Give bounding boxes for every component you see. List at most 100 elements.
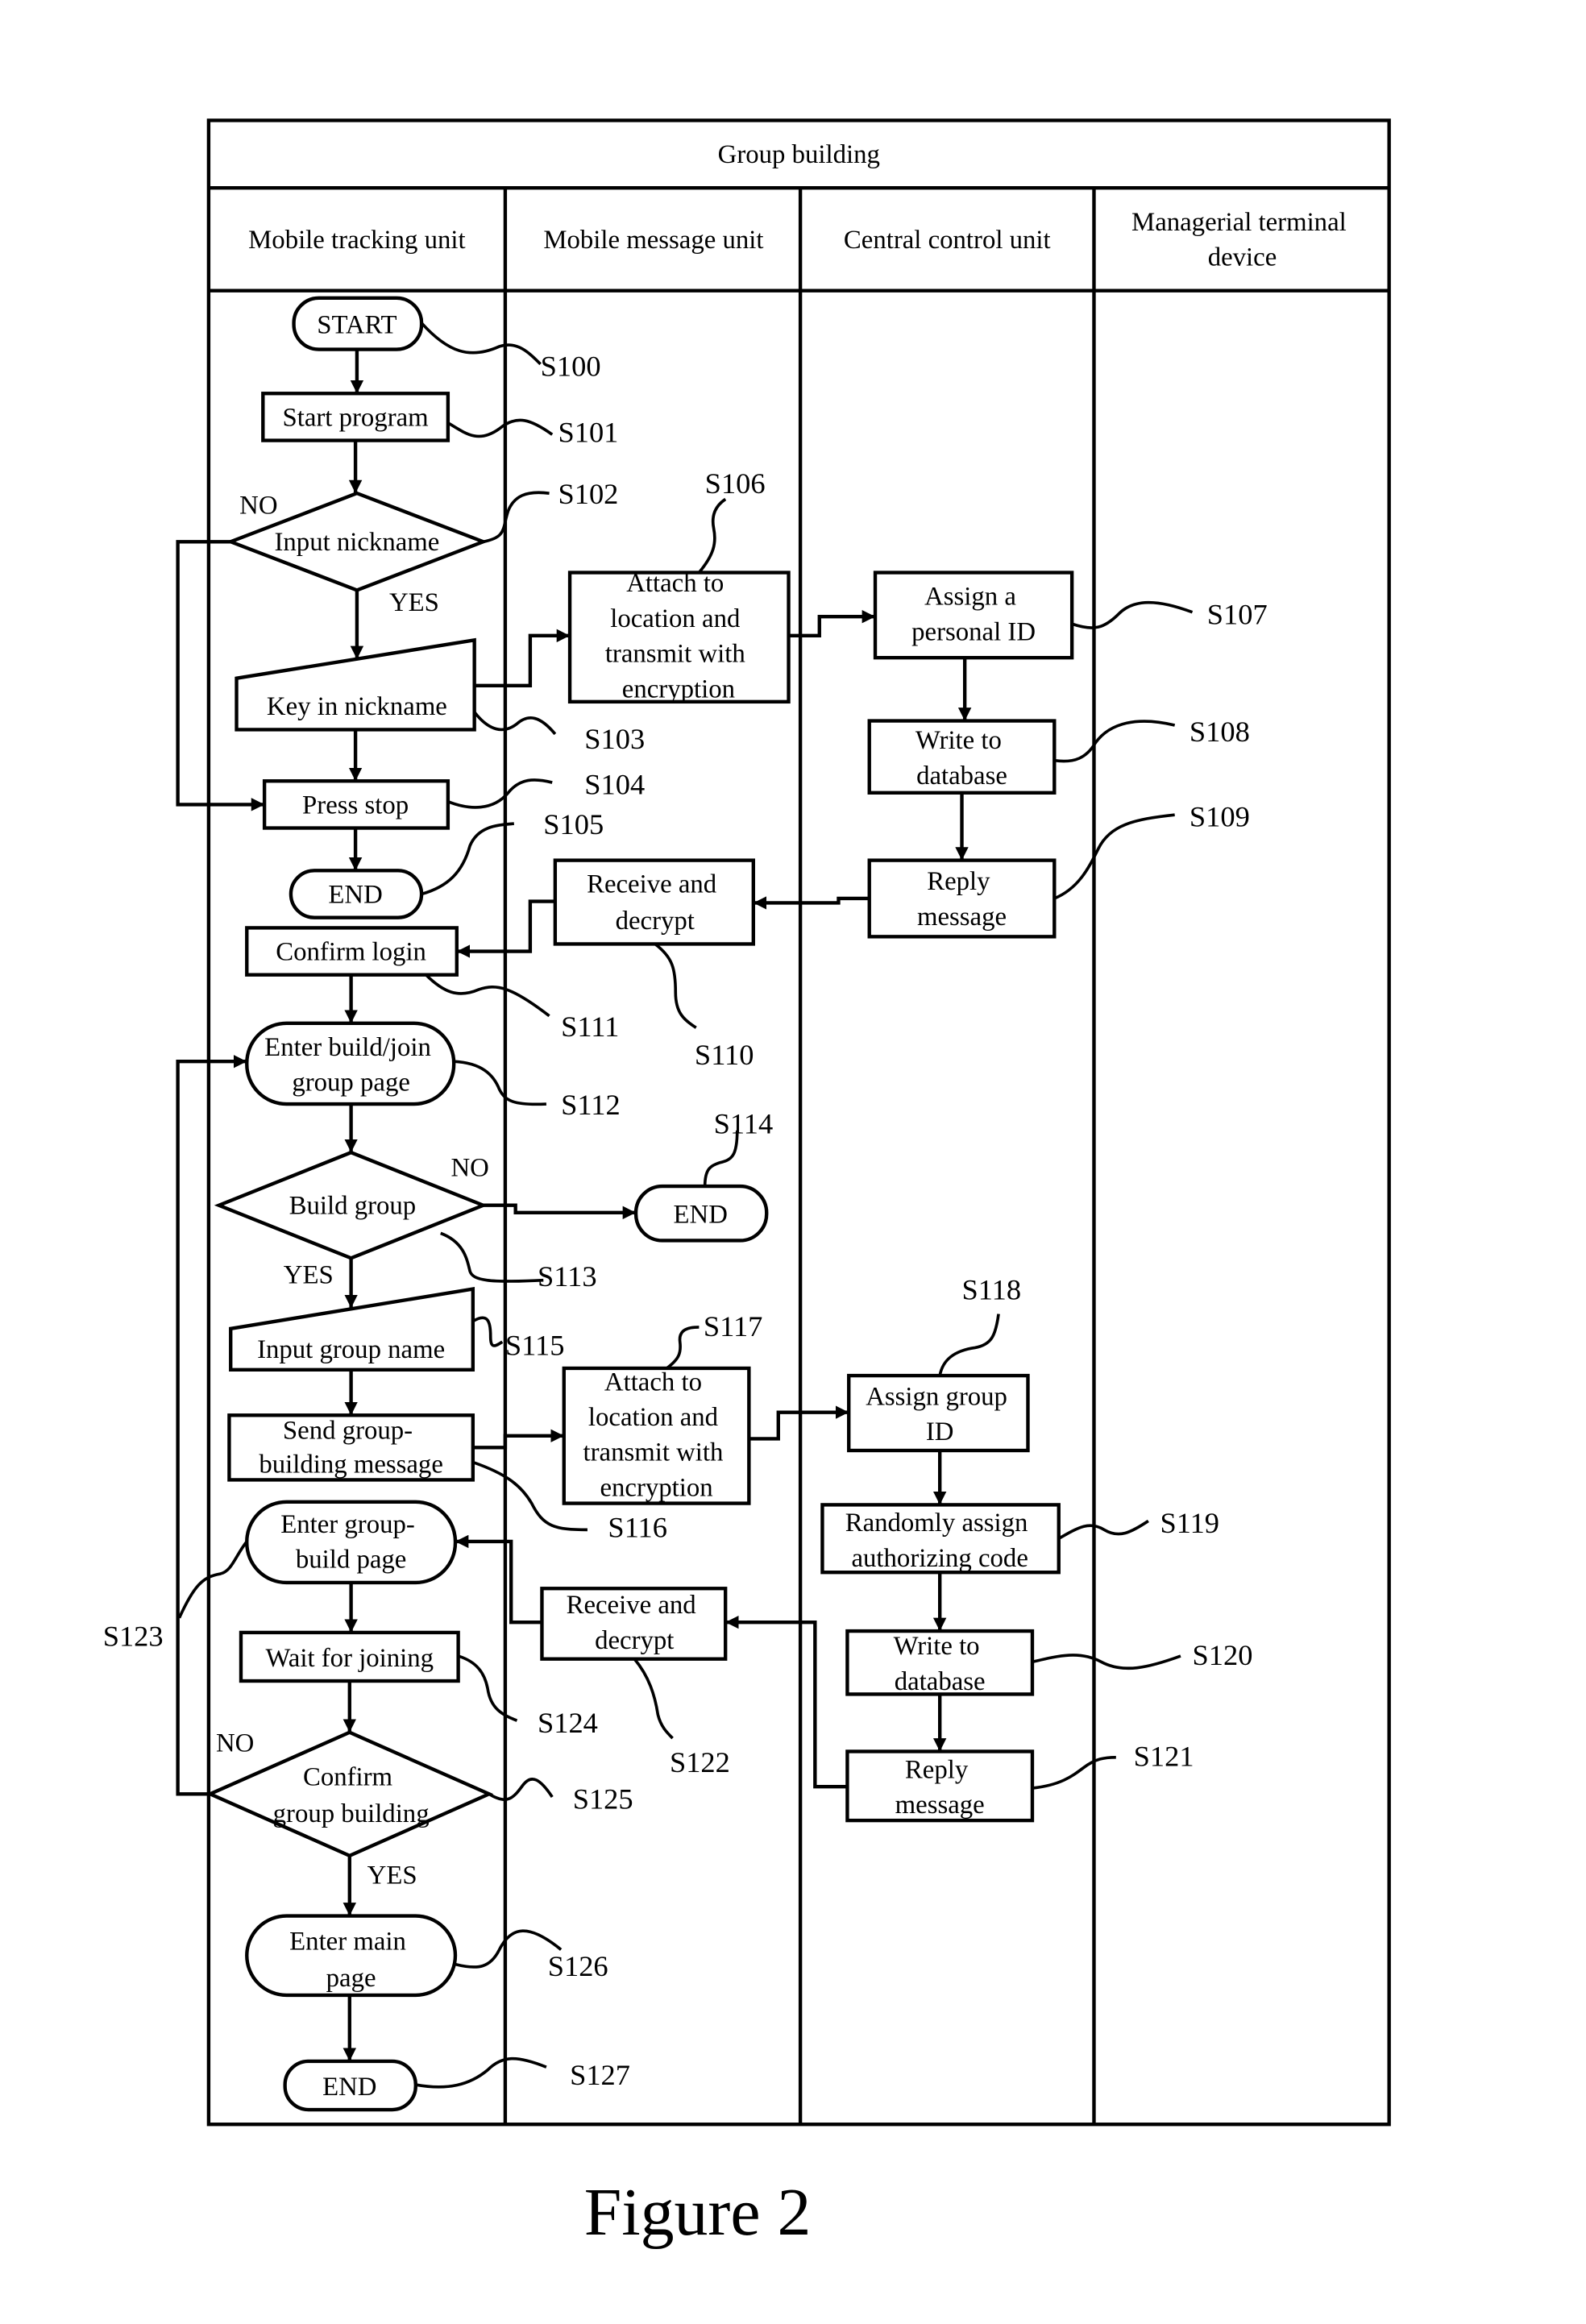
leader-s113 (440, 1231, 544, 1283)
leader-s119 (1057, 1519, 1149, 1540)
lane-header-managerial-terminal-device: Managerial terminal device (1131, 208, 1353, 272)
node-s110: Receive and decrypt (553, 858, 755, 946)
step-label-s118: S118 (962, 1273, 1022, 1305)
step-label-s100: S100 (541, 350, 601, 382)
node-label: Press stop (302, 791, 409, 820)
node-s100: START (292, 296, 424, 351)
leader-s107 (1071, 600, 1194, 629)
leader-s105 (421, 822, 515, 896)
step-label-s111: S111 (561, 1011, 619, 1043)
branch-label-s113-no: NO (451, 1153, 489, 1182)
leader-s127 (415, 2056, 547, 2089)
leader-s101 (446, 418, 554, 438)
step-label-s112: S112 (561, 1089, 621, 1121)
leader-s103 (473, 711, 557, 736)
step-label-s103: S103 (584, 723, 645, 755)
lane-header-central-control-unit: Central control unit (844, 226, 1051, 255)
edge-s109-s110 (753, 896, 870, 910)
branch-label-s102-no: NO (239, 492, 277, 521)
step-label-s116: S116 (608, 1511, 667, 1543)
step-label-s122: S122 (670, 1746, 730, 1778)
node-label: END (322, 2073, 376, 2102)
step-label-s113: S113 (538, 1260, 597, 1293)
node-label: Wait for joining (266, 1644, 434, 1673)
node-s123: Enter group- build page (245, 1500, 458, 1585)
step-label-s101: S101 (558, 416, 619, 448)
node-s113: Build group (214, 1150, 488, 1260)
node-s109: Reply message (867, 858, 1057, 939)
node-label: Build group (289, 1192, 417, 1221)
step-label-s126: S126 (548, 1950, 608, 1982)
node-label: END (328, 880, 382, 909)
step-label-s106: S106 (705, 467, 766, 500)
node-s119: Randomly assign authorizing code (820, 1503, 1061, 1575)
step-label-s115: S115 (505, 1330, 565, 1362)
step-label-s125: S125 (573, 1783, 633, 1816)
node-label: END (674, 1201, 728, 1230)
branch-label-s102-yes: YES (389, 588, 439, 617)
node-s101: Start program (261, 392, 450, 442)
edge-s122-s123 (455, 1534, 542, 1625)
step-label-s104: S104 (584, 769, 645, 801)
node-label: Confirm login (276, 937, 426, 966)
node-s126: Enter main page (245, 1914, 458, 1998)
lane-header-mobile-message-unit: Mobile message unit (543, 226, 763, 255)
node-s118: Assign group ID (847, 1373, 1030, 1453)
leader-s109 (1053, 813, 1175, 900)
node-s127: END (283, 2059, 417, 2112)
leader-s100 (420, 322, 542, 366)
leader-s118 (938, 1313, 1000, 1376)
node-label: Input group name (257, 1335, 445, 1364)
step-label-s119: S119 (1160, 1507, 1219, 1539)
edge-s103-s106 (474, 629, 571, 687)
leader-s121 (1032, 1755, 1116, 1790)
node-s120: Write to database (845, 1629, 1035, 1696)
node-s121: Reply message (845, 1749, 1035, 1823)
step-label-s120: S120 (1193, 1639, 1253, 1671)
step-label-s117: S117 (704, 1310, 763, 1343)
step-label-s127: S127 (570, 2059, 630, 2091)
node-s108: Write to database (867, 719, 1057, 795)
node-label: START (317, 311, 396, 340)
leader-s115 (471, 1316, 504, 1347)
leader-s122 (633, 1658, 674, 1740)
step-label-s105: S105 (543, 808, 604, 840)
node-s106: Attach to location and transmit with enc… (567, 569, 791, 703)
leader-s125 (488, 1778, 554, 1801)
node-label: Start program (283, 403, 429, 432)
step-label-s114: S114 (714, 1107, 774, 1139)
node-s112: Enter build/join group page (245, 1021, 456, 1106)
leader-s111 (425, 973, 550, 1018)
step-label-s123: S123 (103, 1620, 164, 1652)
edge-s102-s104 (176, 540, 265, 811)
node-s107: Assign a personal ID (873, 571, 1074, 660)
step-label-s107: S107 (1207, 598, 1268, 630)
node-s122: Receive and decrypt (540, 1587, 728, 1661)
flowchart: Group building Mobile tracking unit Mobi… (103, 118, 1391, 2250)
node-s114: END (633, 1184, 769, 1243)
node-s105: END (289, 869, 424, 919)
leader-s102 (483, 491, 550, 544)
lane-header-mobile-tracking-unit: Mobile tracking unit (248, 226, 465, 255)
node-s111: Confirm login (245, 926, 459, 977)
leader-s120 (1032, 1654, 1181, 1670)
step-label-s110: S110 (695, 1039, 754, 1071)
branch-label-s113-yes: YES (284, 1260, 334, 1289)
leader-s123 (177, 1540, 248, 1619)
branch-label-s125-no: NO (216, 1728, 254, 1758)
node-label: Input nickname (274, 528, 439, 557)
node-s104: Press stop (262, 779, 450, 830)
leader-s112 (454, 1060, 547, 1106)
leader-s126 (455, 1929, 563, 1969)
branch-label-s125-yes: YES (367, 1861, 417, 1890)
node-label: Key in nickname (267, 692, 447, 721)
node-s116: Send group- building message (227, 1413, 475, 1482)
step-label-s102: S102 (558, 478, 619, 510)
node-s124: Wait for joining (239, 1630, 460, 1683)
leader-s108 (1054, 720, 1176, 763)
step-label-s124: S124 (538, 1707, 598, 1739)
edge-s116-s117 (472, 1429, 564, 1450)
step-label-s109: S109 (1190, 801, 1250, 833)
edge-s121-s122 (725, 1615, 848, 1789)
leader-s124 (458, 1654, 518, 1722)
